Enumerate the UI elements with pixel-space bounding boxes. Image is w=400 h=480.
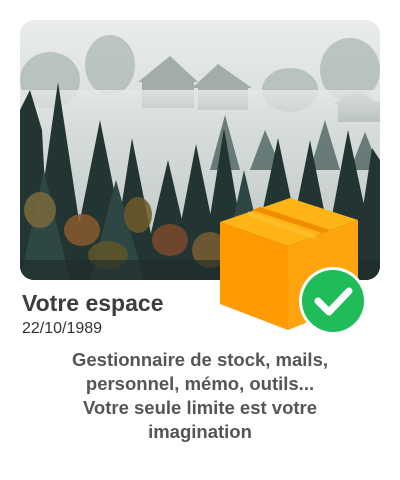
description-line: Votre seule limite est votre [82, 397, 318, 418]
description-line: imagination [148, 421, 252, 442]
package-check-icon [212, 180, 377, 345]
card-description: Gestionnaire de stock, mails, personnel,… [20, 348, 380, 444]
description-line: Gestionnaire de stock, mails, [71, 349, 328, 370]
workspace-card[interactable]: Votre espace 22/10/1989 Gestionnaire de … [0, 0, 400, 480]
card-date: 22/10/1989 [22, 320, 103, 337]
description-line: personnel, mémo, outils... [85, 373, 315, 394]
card-title: Votre espace [22, 290, 164, 316]
